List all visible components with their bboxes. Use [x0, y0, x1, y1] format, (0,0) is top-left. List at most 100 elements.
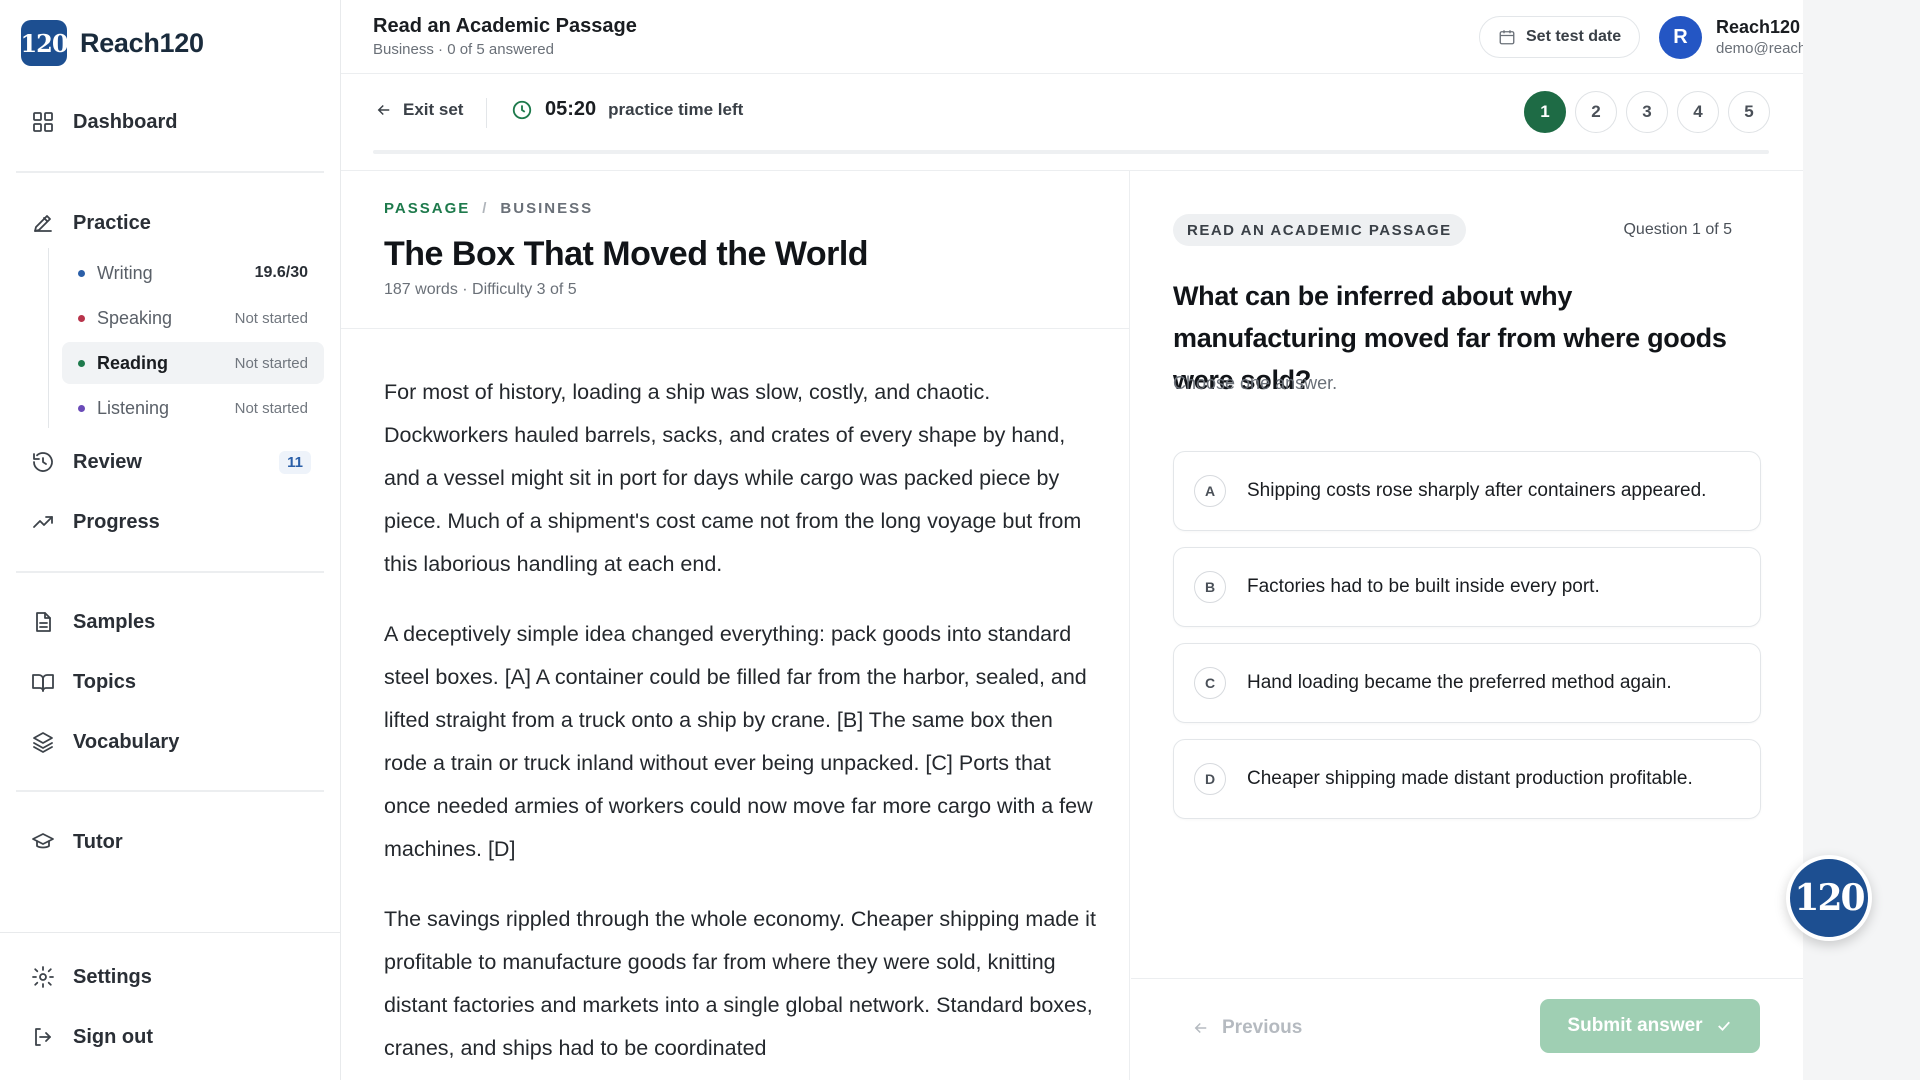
- practice-toolbar: Exit set 05:20 practice time left 1 2 3 …: [341, 74, 1803, 171]
- trending-up-icon: [31, 510, 55, 534]
- question-dot-1[interactable]: 1: [1524, 91, 1566, 133]
- question-pane: READ AN ACADEMIC PASSAGE Question 1 of 5…: [1131, 171, 1803, 1080]
- previous-label: Previous: [1222, 1017, 1303, 1038]
- nav-topics-label: Topics: [73, 670, 136, 693]
- nav-samples[interactable]: Samples: [31, 610, 311, 634]
- option-text: Hand loading became the preferred method…: [1247, 672, 1672, 693]
- nav-practice[interactable]: Practice: [31, 211, 311, 235]
- option-text: Factories had to be built inside every p…: [1247, 576, 1600, 597]
- sub-item-speaking[interactable]: Speaking Not started: [62, 297, 324, 339]
- nav-progress-label: Progress: [73, 510, 160, 533]
- pencil-icon: [31, 211, 55, 235]
- answer-option-d[interactable]: D Cheaper shipping made distant producti…: [1173, 739, 1761, 819]
- sidebar-divider: [16, 790, 324, 792]
- sub-item-label: Reading: [97, 352, 169, 373]
- nav-review[interactable]: Review 11: [31, 450, 311, 474]
- option-letter: D: [1194, 763, 1226, 795]
- passage-paragraph: A deceptively simple idea changed everyt…: [384, 622, 1093, 861]
- document-icon: [31, 610, 55, 634]
- listening-dot-icon: [78, 404, 85, 412]
- option-text: Cheaper shipping made distant production…: [1247, 768, 1693, 789]
- listening-status: Not started: [234, 399, 308, 417]
- answer-option-a[interactable]: A Shipping costs rose sharply after cont…: [1173, 451, 1761, 531]
- gear-icon: [31, 965, 55, 989]
- nav-practice-label: Practice: [73, 211, 151, 234]
- submit-label: Submit answer: [1567, 1015, 1703, 1036]
- sub-item-label: Speaking: [97, 307, 173, 328]
- question-navigator: 1 2 3 4 5: [1524, 91, 1770, 133]
- question-type-tag: READ AN ACADEMIC PASSAGE: [1173, 214, 1466, 246]
- answer-option-c[interactable]: C Hand loading became the preferred meth…: [1173, 643, 1761, 723]
- question-dot-2[interactable]: 2: [1575, 91, 1617, 133]
- graduation-cap-icon: [31, 830, 55, 854]
- toolbar-separator: [486, 98, 487, 128]
- question-footer: Previous Submit answer: [1131, 978, 1803, 1080]
- breadcrumb: PASSAGE / BUSINESS: [384, 200, 593, 217]
- arrow-left-icon: [1194, 1022, 1207, 1034]
- nav-tutor[interactable]: Tutor: [31, 830, 311, 854]
- reading-dot-icon: [78, 359, 85, 367]
- sub-item-listening[interactable]: Listening Not started: [62, 387, 324, 429]
- question-hint: Choose one answer.: [1173, 373, 1338, 393]
- speaking-dot-icon: [78, 314, 85, 322]
- tutor-launcher-button[interactable]: 120: [1786, 855, 1872, 941]
- passage-meta: 187 words · Difficulty 3 of 5: [384, 281, 577, 298]
- question-dot-3[interactable]: 3: [1626, 91, 1668, 133]
- brand[interactable]: 120 Reach120: [20, 20, 204, 66]
- breadcrumb-business: BUSINESS: [500, 200, 594, 217]
- option-letter: A: [1194, 475, 1226, 507]
- nav-review-label: Review: [73, 450, 142, 473]
- practice-timer: 05:20 practice time left: [511, 98, 743, 121]
- avatar[interactable]: R: [1659, 16, 1702, 59]
- submit-answer-button[interactable]: Submit answer: [1540, 999, 1760, 1053]
- nav-topics[interactable]: Topics: [31, 670, 311, 694]
- nav-tutor-label: Tutor: [73, 830, 123, 853]
- writing-score: 19.6/30: [254, 264, 308, 281]
- sub-item-label: Writing: [97, 262, 153, 283]
- breadcrumb-passage: PASSAGE: [384, 200, 471, 217]
- timer-value: 05:20: [545, 98, 597, 120]
- calendar-icon: [1499, 30, 1515, 45]
- task-title: Read an Academic Passage: [373, 15, 637, 37]
- option-letter: C: [1194, 667, 1226, 699]
- sidebar-divider: [16, 571, 324, 573]
- nav-progress[interactable]: Progress: [31, 510, 311, 534]
- set-test-date-label: Set test date: [1526, 28, 1622, 45]
- passage-paragraph: The savings rippled through the whole ec…: [384, 907, 1096, 1060]
- passage-divider: [341, 328, 1129, 329]
- review-count-badge: 11: [279, 450, 311, 474]
- top-bar: Read an Academic Passage Business · 0 of…: [341, 0, 1920, 74]
- timer-label: practice time left: [608, 99, 744, 119]
- nav-settings[interactable]: Settings: [31, 965, 311, 989]
- previous-button[interactable]: Previous: [1192, 1017, 1302, 1039]
- set-test-date-button[interactable]: Set test date: [1479, 16, 1641, 58]
- option-letter: B: [1194, 571, 1226, 603]
- passage-paragraph: For most of history, loading a ship was …: [384, 380, 1082, 576]
- history-icon: [31, 450, 55, 474]
- nav-sign-out[interactable]: Sign out: [31, 1025, 311, 1049]
- arrow-left-icon: [377, 104, 390, 116]
- question-dot-5[interactable]: 5: [1728, 91, 1770, 133]
- answer-option-b[interactable]: B Factories had to be built inside every…: [1173, 547, 1761, 627]
- sub-item-reading[interactable]: Reading Not started: [62, 342, 324, 384]
- nav-dashboard[interactable]: Dashboard: [31, 110, 311, 134]
- passage-pane[interactable]: PASSAGE / BUSINESS The Box That Moved th…: [341, 171, 1130, 1080]
- nav-sign-out-label: Sign out: [73, 1025, 153, 1048]
- nav-vocabulary[interactable]: Vocabulary: [31, 730, 311, 754]
- brand-logo: 120: [20, 20, 69, 66]
- question-counter: Question 1 of 5: [1623, 221, 1732, 238]
- option-text: Shipping costs rose sharply after contai…: [1247, 480, 1707, 501]
- nav-settings-label: Settings: [73, 965, 152, 988]
- question-dot-4[interactable]: 4: [1677, 91, 1719, 133]
- nav-samples-label: Samples: [73, 610, 156, 633]
- exit-set-label: Exit set: [403, 100, 464, 119]
- practice-sub-rail: [48, 248, 49, 428]
- sub-item-writing[interactable]: Writing 19.6/30: [62, 252, 324, 294]
- dashboard-grid-icon: [31, 110, 55, 134]
- exit-set-button[interactable]: Exit set: [375, 100, 463, 120]
- reading-status: Not started: [234, 354, 308, 372]
- speaking-status: Not started: [234, 309, 308, 327]
- nav-vocabulary-label: Vocabulary: [73, 730, 180, 753]
- sidebar-divider: [16, 171, 324, 173]
- sub-item-label: Listening: [97, 397, 170, 418]
